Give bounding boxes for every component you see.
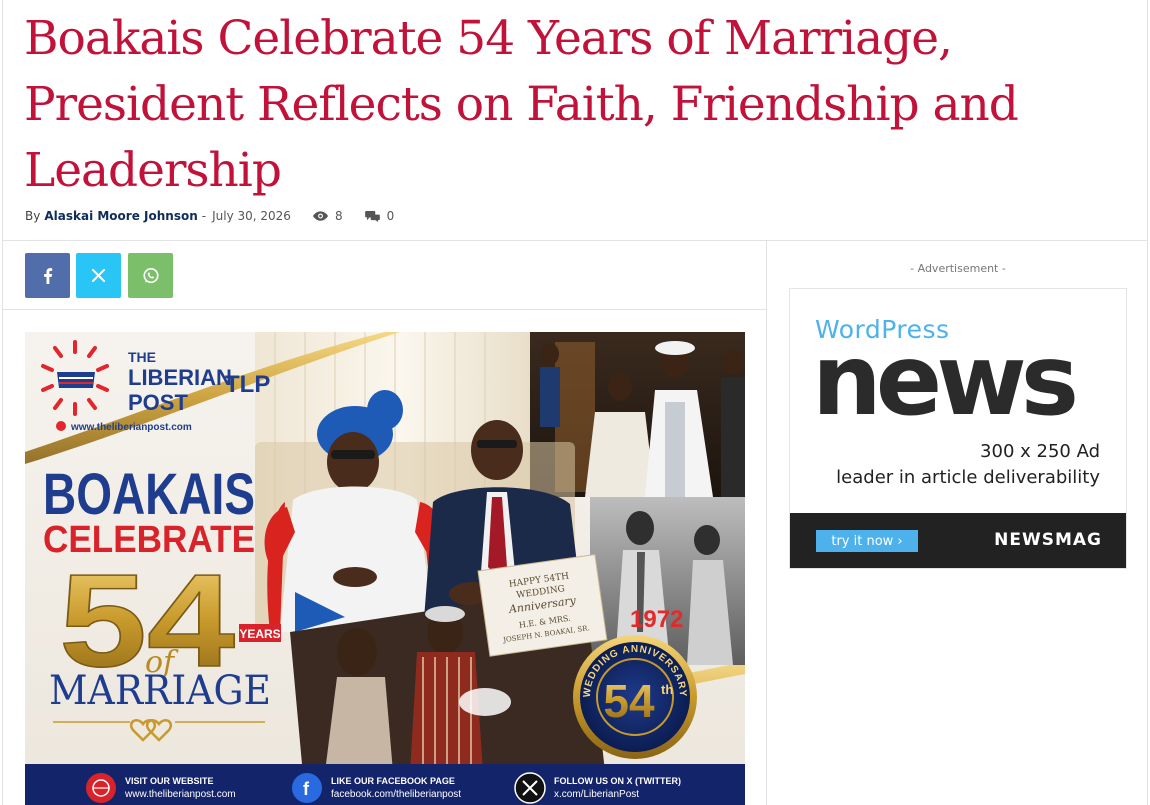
ad-size-text: 300 x 250 Ad xyxy=(980,441,1100,462)
sidebar-divider xyxy=(766,240,767,805)
ad-footer-brand: NEWSMAG xyxy=(994,530,1102,550)
divider xyxy=(2,309,766,310)
comments-icon xyxy=(364,210,380,222)
share-x-button[interactable] xyxy=(76,253,121,298)
year-label: 1972 xyxy=(630,606,683,633)
footer-website-title: VISIT OUR WEBSITE xyxy=(125,776,214,786)
ad-brand-main: news xyxy=(812,324,1079,438)
share-facebook-button[interactable] xyxy=(25,253,70,298)
comments-count: 0 xyxy=(386,209,395,223)
image-years: YEARS xyxy=(239,627,280,641)
whatsapp-icon xyxy=(142,267,159,283)
author-link[interactable]: Alaskai Moore Johnson xyxy=(44,209,197,223)
image-headline-1: BOAKAIS xyxy=(43,462,255,527)
featured-image: 1972 HAPPY 54TH WEDDING Anniversary H.E.… xyxy=(25,332,745,805)
badge-suffix: th xyxy=(661,682,673,697)
sidebar-ad[interactable]: WordPress news 300 x 250 Ad leader in ar… xyxy=(789,288,1127,569)
ad-cta-button[interactable]: try it now › xyxy=(816,530,918,552)
badge-number: 54 xyxy=(603,675,655,727)
image-website: www.theliberianpost.com xyxy=(70,422,192,433)
logo-line-3: POST xyxy=(128,390,188,415)
views-count: 8 xyxy=(334,209,343,223)
share-whatsapp-button[interactable] xyxy=(128,253,173,298)
x-icon xyxy=(92,269,105,282)
logo-line-2: LIBERIAN xyxy=(128,365,232,390)
views-stat: 8 xyxy=(312,209,343,223)
eye-icon xyxy=(312,211,328,221)
publish-date: July 30, 2026 xyxy=(212,209,291,223)
logo-mark: TLP xyxy=(225,371,270,398)
footer-website-sub: www.theliberianpost.com xyxy=(124,789,236,800)
by-label: By xyxy=(25,209,41,223)
article-meta: By Alaskai Moore Johnson - July 30, 2026… xyxy=(25,207,416,225)
divider xyxy=(2,240,1148,241)
footer-x-sub: x.com/LiberianPost xyxy=(554,789,639,800)
facebook-icon xyxy=(43,267,52,284)
meta-separator: - xyxy=(201,209,207,223)
footer-facebook-sub: facebook.com/theliberianpost xyxy=(331,789,461,800)
footer-x-title: FOLLOW US ON X (TWITTER) xyxy=(554,776,681,786)
footer-facebook-title: LIKE OUR FACEBOOK PAGE xyxy=(331,776,455,786)
image-marriage: MARRIAGE xyxy=(49,668,271,714)
ad-footer-bar: try it now › NEWSMAG xyxy=(790,513,1126,568)
comments-stat[interactable]: 0 xyxy=(364,209,395,223)
anniversary-badge: WEDDING ANNIVERSARY 54 th xyxy=(573,635,697,759)
ad-tagline: leader in article deliverability xyxy=(836,467,1100,488)
logo-line-1: THE xyxy=(128,349,156,365)
article-title: Boakais Celebrate 54 Years of Marriage, … xyxy=(24,11,1019,198)
advertisement-label: - Advertisement - xyxy=(910,262,1006,275)
featured-graphic: 1972 HAPPY 54TH WEDDING Anniversary H.E.… xyxy=(25,332,745,805)
svg-text:f: f xyxy=(303,779,310,799)
